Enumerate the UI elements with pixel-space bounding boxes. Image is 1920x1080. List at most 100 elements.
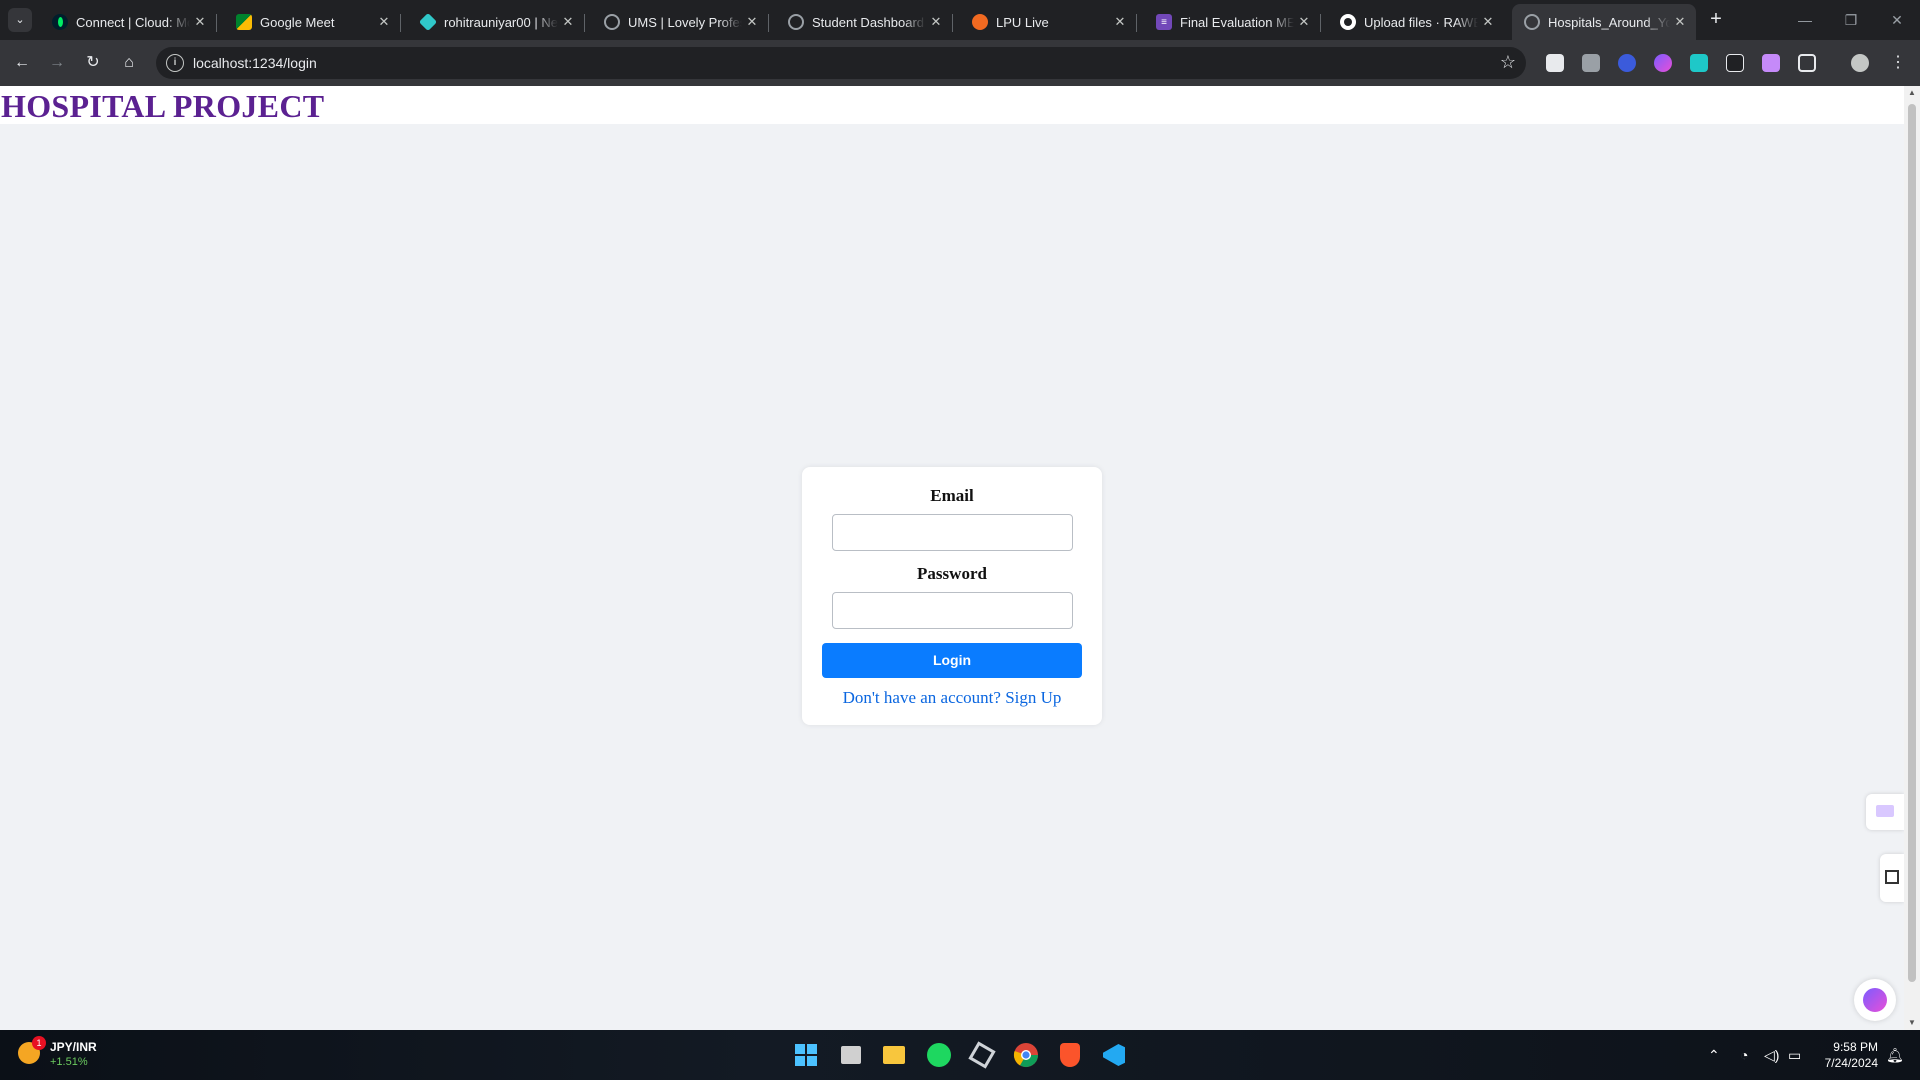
collapse-arrows-icon	[1876, 805, 1894, 817]
tab-separator	[1320, 14, 1321, 32]
window-close-icon[interactable]: ✕	[1874, 6, 1920, 34]
restore-icon[interactable]: ❐	[1828, 6, 1874, 34]
side-z-widget[interactable]	[1880, 854, 1904, 902]
widget-ticker: JPY/INR	[50, 1040, 97, 1054]
scroll-up-icon[interactable]: ▲	[1908, 88, 1916, 97]
page-viewport: HOSPITAL PROJECT Email Password Login Do…	[0, 86, 1904, 1030]
password-field[interactable]	[832, 592, 1073, 629]
tab-search-chevron-icon[interactable]: ⌄	[8, 8, 32, 32]
tab-title: Final Evaluation MERN	[1180, 14, 1294, 30]
tab-close-icon[interactable]: ✕	[742, 12, 762, 32]
netlify-icon	[418, 12, 438, 32]
reload-icon[interactable]: ↻	[81, 51, 105, 75]
tab-mongodb[interactable]: Connect | Cloud: MongoDB Cloud ✕	[40, 4, 217, 40]
widget-change: +1.51%	[50, 1056, 88, 1068]
tab-close-icon[interactable]: ✕	[558, 12, 578, 32]
clock-date: 7/24/2024	[1824, 1056, 1878, 1070]
login-card: Email Password Login Don't have an accou…	[802, 467, 1102, 725]
wifi-icon[interactable]: ◔	[1740, 1047, 1748, 1063]
ai-assistant-button[interactable]	[1854, 979, 1896, 1021]
page-scrollbar[interactable]: ▲ ▼	[1904, 86, 1920, 1030]
extension-folder-icon[interactable]	[1582, 54, 1600, 72]
address-bar-url[interactable]: localhost:1234/login	[193, 55, 317, 71]
tab-close-icon[interactable]: ✕	[190, 12, 210, 32]
tab-close-icon[interactable]: ✕	[374, 12, 394, 32]
task-view-icon[interactable]	[837, 1041, 865, 1069]
profile-avatar[interactable]	[1851, 54, 1869, 72]
tab-final-evaluation[interactable]: ≡ Final Evaluation MERN ✕	[1144, 4, 1321, 40]
tab-lpu-live[interactable]: LPU Live ✕	[960, 4, 1137, 40]
scroll-down-icon[interactable]: ▼	[1908, 1018, 1916, 1027]
tab-close-icon[interactable]: ✕	[1670, 12, 1690, 32]
tab-hospitals-around-you[interactable]: Hospitals_Around_You ✕	[1512, 4, 1696, 40]
signup-link[interactable]: Don't have an account? Sign Up	[802, 688, 1102, 708]
tab-title: Upload files · RAWBA	[1364, 14, 1478, 30]
email-field[interactable]	[832, 514, 1073, 551]
minimize-icon[interactable]: —	[1782, 6, 1828, 34]
address-bar[interactable]: i localhost:1234/login ☆	[156, 47, 1526, 79]
site-info-icon[interactable]: i	[166, 54, 184, 72]
file-explorer-icon[interactable]	[880, 1041, 908, 1069]
extension-notes-icon[interactable]	[1546, 54, 1564, 72]
tab-close-icon[interactable]: ✕	[926, 12, 946, 32]
page-header: HOSPITAL PROJECT	[0, 86, 1904, 124]
side-collapse-widget[interactable]	[1866, 794, 1904, 830]
extension-screen-icon[interactable]	[1690, 54, 1708, 72]
extensions-puzzle-icon[interactable]	[1798, 54, 1816, 72]
tab-student-dashboard[interactable]: Student Dashboard ✕	[776, 4, 953, 40]
unity-hub-icon[interactable]	[968, 1041, 996, 1069]
brave-icon[interactable]	[1056, 1041, 1084, 1069]
tab-google-meet[interactable]: Google Meet ✕	[224, 4, 401, 40]
login-button[interactable]: Login	[822, 643, 1082, 678]
tab-title: LPU Live	[996, 14, 1049, 30]
tab-separator	[400, 14, 401, 32]
volume-icon[interactable]: ◁)	[1764, 1047, 1779, 1064]
system-clock[interactable]: 9:58 PM 7/24/2024	[1812, 1039, 1878, 1071]
vscode-icon[interactable]	[1100, 1041, 1128, 1069]
windows-taskbar: 1 JPY/INR +1.51% ⌃ ◔ ◁) ▭ 9:58 PM 7/24/2…	[0, 1030, 1920, 1080]
forward-arrow-icon[interactable]: →	[45, 51, 69, 75]
tab-separator	[952, 14, 953, 32]
back-arrow-icon[interactable]: ←	[10, 51, 34, 75]
chrome-icon[interactable]	[1012, 1041, 1040, 1069]
tab-separator	[216, 14, 217, 32]
extension-z-icon[interactable]	[1726, 54, 1744, 72]
tab-separator	[584, 14, 585, 32]
tab-title: rohitrauniyar00 | Netlify	[444, 14, 558, 30]
tab-close-icon[interactable]: ✕	[1478, 12, 1498, 32]
tab-close-icon[interactable]: ✕	[1110, 12, 1130, 32]
tab-ums[interactable]: UMS | Lovely Professional University ✕	[592, 4, 769, 40]
tab-title: Hospitals_Around_You	[1548, 14, 1670, 30]
tab-title: UMS | Lovely Professional University	[628, 14, 742, 30]
tab-separator	[1136, 14, 1137, 32]
new-tab-plus-icon[interactable]: +	[1704, 8, 1728, 32]
tab-netlify[interactable]: rohitrauniyar00 | Netlify ✕	[408, 4, 585, 40]
notification-bell-icon[interactable]: 🔔︎	[1886, 1047, 1904, 1064]
battery-icon[interactable]: ▭	[1788, 1047, 1801, 1064]
spotify-icon[interactable]	[925, 1041, 953, 1069]
extension-brain-icon[interactable]	[1654, 54, 1672, 72]
globe-icon	[788, 14, 804, 30]
extension-mail-icon[interactable]	[1762, 54, 1780, 72]
clock-time: 9:58 PM	[1833, 1040, 1878, 1054]
password-label: Password	[917, 564, 987, 583]
globe-icon	[1524, 14, 1540, 30]
brain-icon	[1863, 988, 1887, 1012]
lpu-live-icon	[972, 14, 988, 30]
bookmark-star-icon[interactable]: ☆	[1500, 52, 1516, 73]
kebab-menu-icon[interactable]: ⋮	[1886, 51, 1910, 75]
tab-github-upload[interactable]: Upload files · RAWBA ✕	[1328, 4, 1504, 40]
browser-toolbar: ← → ↻ ⌂ i localhost:1234/login ☆ ⋮	[0, 40, 1920, 86]
email-label: Email	[930, 486, 974, 505]
tab-separator	[768, 14, 769, 32]
windows-start-icon[interactable]	[792, 1041, 820, 1069]
tab-close-icon[interactable]: ✕	[1294, 12, 1314, 32]
browser-tab-strip: ⌄ Connect | Cloud: MongoDB Cloud ✕ Googl…	[0, 0, 1920, 40]
z-extension-icon	[1885, 870, 1899, 884]
home-icon[interactable]: ⌂	[117, 51, 141, 75]
github-icon	[1340, 14, 1356, 30]
extension-cursor-icon[interactable]	[1618, 54, 1636, 72]
page-title: HOSPITAL PROJECT	[1, 88, 325, 124]
show-hidden-icons-chevron-icon[interactable]: ⌃	[1708, 1047, 1720, 1064]
scrollbar-thumb[interactable]	[1908, 104, 1916, 982]
